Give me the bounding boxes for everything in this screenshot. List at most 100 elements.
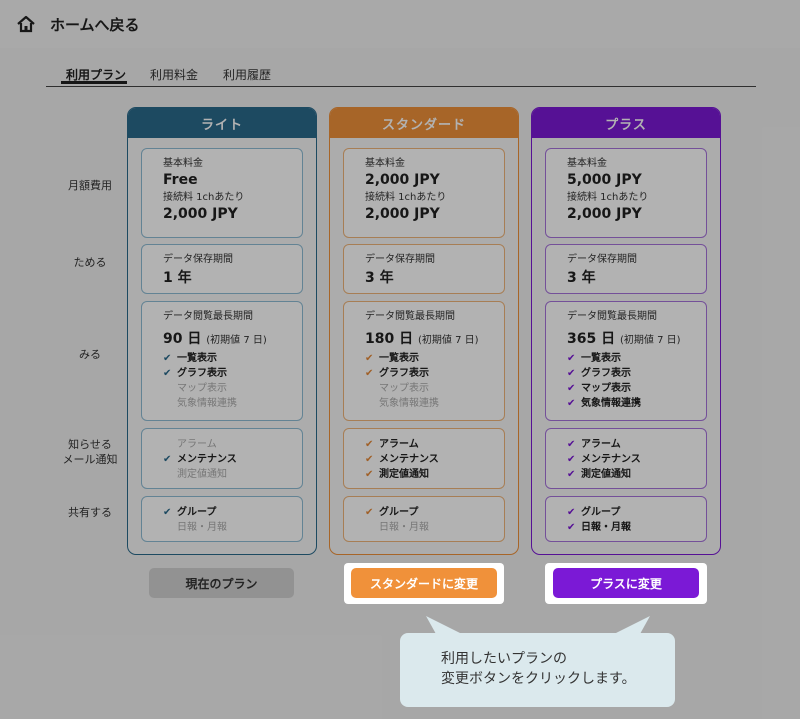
share-feature-label: グループ [581, 507, 621, 518]
notify-feature-label: 測定値通知 [379, 469, 429, 480]
connection-fee-label: 接続料 1chあたり [163, 192, 245, 203]
view-feature-0: ✔ 一覧表示 [163, 351, 302, 366]
view-feature-0: ✔ 一覧表示 [567, 351, 706, 366]
notify-box: ✔ アラーム ✔ メンテナンス ✔ 測定値通知 [545, 428, 707, 489]
home-icon [17, 15, 35, 33]
notify-box: ✔ アラーム ✔ メンテナンス ✔ 測定値通知 [343, 428, 505, 489]
check-icon: ✔ [365, 439, 374, 450]
storage-box: データ保存期間 3 年 [545, 244, 707, 294]
notify-feature-label: メンテナンス [177, 454, 237, 465]
share-feature-0: ✔ グループ [365, 505, 504, 520]
view-period-label: データ閲覧最長期間 [365, 311, 455, 322]
view-period-value: 180 日 (初期値 7 日) [365, 329, 504, 351]
view-feature-3: ✔ 気象情報連携 [567, 396, 706, 411]
check-icon: ✔ [365, 368, 374, 379]
plan-name: ライト [128, 108, 316, 138]
share-feature-1: 日報・月報 [379, 522, 429, 533]
row-label-view: みる [79, 348, 101, 361]
notify-feature-2: ✔ 測定値通知 [365, 467, 504, 482]
row-label-notify-line2: メール通知 [62, 453, 118, 466]
instruction-callout: 利用したいプランの 変更ボタンをクリックします。 [400, 633, 675, 707]
view-feature-3: 気象情報連携 [177, 398, 237, 409]
view-initial: (初期値 7 日) [619, 335, 681, 346]
check-icon: ✔ [365, 353, 374, 364]
view-feature-label: グラフ表示 [581, 368, 631, 379]
notify-feature-1: ✔ メンテナンス [567, 452, 706, 467]
share-feature-label: 日報・月報 [581, 522, 631, 533]
notify-feature-label: アラーム [379, 439, 419, 450]
view-days: 90 日 [163, 331, 202, 347]
check-icon: ✔ [567, 398, 576, 409]
view-feature-1: ✔ グラフ表示 [567, 366, 706, 381]
check-icon: ✔ [163, 368, 172, 379]
current-plan-button: 現在のプラン [149, 568, 294, 598]
notify-feature-0: ✔ アラーム [567, 437, 706, 452]
view-feature-2: ✔ マップ表示 [567, 381, 706, 396]
connection-fee-label: 接続料 1chあたり [365, 192, 447, 203]
base-fee-label: 基本料金 [163, 158, 203, 169]
row-label-monthly: 月額費用 [68, 179, 112, 192]
view-feature-label: グラフ表示 [177, 368, 227, 379]
check-icon: ✔ [365, 469, 374, 480]
view-box: データ閲覧最長期間 365 日 (初期値 7 日) ✔ 一覧表示 ✔ グラフ表示 ✔ マッ… [545, 301, 707, 421]
view-box: データ閲覧最長期間 180 日 (初期値 7 日) ✔ 一覧表示 ✔ グラフ表示 マップ… [343, 301, 505, 421]
share-box: ✔ グループ日報・月報 [343, 496, 505, 542]
share-feature-label: グループ [177, 507, 217, 518]
share-box: ✔ グループ日報・月報 [141, 496, 303, 542]
view-box: データ閲覧最長期間 90 日 (初期値 7 日) ✔ 一覧表示 ✔ グラフ表示 マップ表… [141, 301, 303, 421]
notify-feature-label: 測定値通知 [581, 469, 631, 480]
storage-label: データ保存期間 [567, 254, 637, 265]
view-feature-1: ✔ グラフ表示 [163, 366, 302, 381]
notify-feature-label: メンテナンス [581, 454, 641, 465]
monthly-fee-box: 基本料金 5,000 JPY 接続料 1chあたり 2,000 JPY [545, 148, 707, 238]
connection-fee-label: 接続料 1chあたり [567, 192, 649, 203]
tab-fee[interactable]: 利用料金 [150, 66, 198, 83]
plan-column-2: プラス 基本料金 5,000 JPY 接続料 1chあたり 2,000 JPY … [531, 107, 721, 555]
base-fee-value: Free [163, 172, 198, 188]
monthly-fee-box: 基本料金 Free 接続料 1chあたり 2,000 JPY [141, 148, 303, 238]
plan-column-0: ライト 基本料金 Free 接続料 1chあたり 2,000 JPY データ保存… [127, 107, 317, 555]
share-feature-0: ✔ グループ [163, 505, 302, 520]
storage-value: 3 年 [567, 270, 596, 286]
connection-fee-value: 2,000 JPY [163, 206, 238, 222]
storage-box: データ保存期間 3 年 [343, 244, 505, 294]
view-feature-0: ✔ 一覧表示 [365, 351, 504, 366]
check-icon: ✔ [567, 368, 576, 379]
notify-feature-0: ✔ アラーム [365, 437, 504, 452]
view-initial: (初期値 7 日) [417, 335, 479, 346]
view-days: 180 日 [365, 331, 414, 347]
view-period-label: データ閲覧最長期間 [163, 311, 253, 322]
notify-feature-1: ✔ メンテナンス [365, 452, 504, 467]
connection-fee-value: 2,000 JPY [365, 206, 440, 222]
storage-label: データ保存期間 [163, 254, 233, 265]
notify-feature-2: 測定値通知 [177, 469, 227, 480]
home-link[interactable]: ホームへ戻る [16, 14, 140, 35]
share-feature-1: 日報・月報 [177, 522, 227, 533]
share-feature-label: グループ [379, 507, 419, 518]
view-feature-1: ✔ グラフ表示 [365, 366, 504, 381]
share-feature-1: ✔ 日報・月報 [567, 520, 706, 535]
check-icon: ✔ [567, 353, 576, 364]
connection-fee-value: 2,000 JPY [567, 206, 642, 222]
check-icon: ✔ [567, 507, 576, 518]
change-to-standard-button[interactable]: スタンダードに変更 [351, 568, 497, 598]
view-feature-label: 一覧表示 [379, 353, 419, 364]
check-icon: ✔ [365, 454, 374, 465]
view-period-label: データ閲覧最長期間 [567, 311, 657, 322]
base-fee-value: 5,000 JPY [567, 172, 642, 188]
tab-bar: 利用プラン 利用料金 利用履歴 [46, 63, 756, 87]
view-feature-label: 気象情報連携 [581, 398, 641, 409]
tab-history[interactable]: 利用履歴 [223, 66, 271, 83]
storage-value: 3 年 [365, 270, 394, 286]
row-label-notify: 知らせる メール通知 [58, 437, 122, 467]
view-feature-label: 一覧表示 [177, 353, 217, 364]
share-feature-0: ✔ グループ [567, 505, 706, 520]
plan-name: スタンダード [330, 108, 518, 138]
view-period-value: 90 日 (初期値 7 日) [163, 329, 302, 351]
view-initial: (初期値 7 日) [206, 335, 267, 346]
row-label-share: 共有する [68, 506, 112, 519]
view-period-value: 365 日 (初期値 7 日) [567, 329, 706, 351]
change-to-plus-button[interactable]: プラスに変更 [553, 568, 699, 598]
check-icon: ✔ [567, 469, 576, 480]
notify-feature-label: メンテナンス [379, 454, 439, 465]
